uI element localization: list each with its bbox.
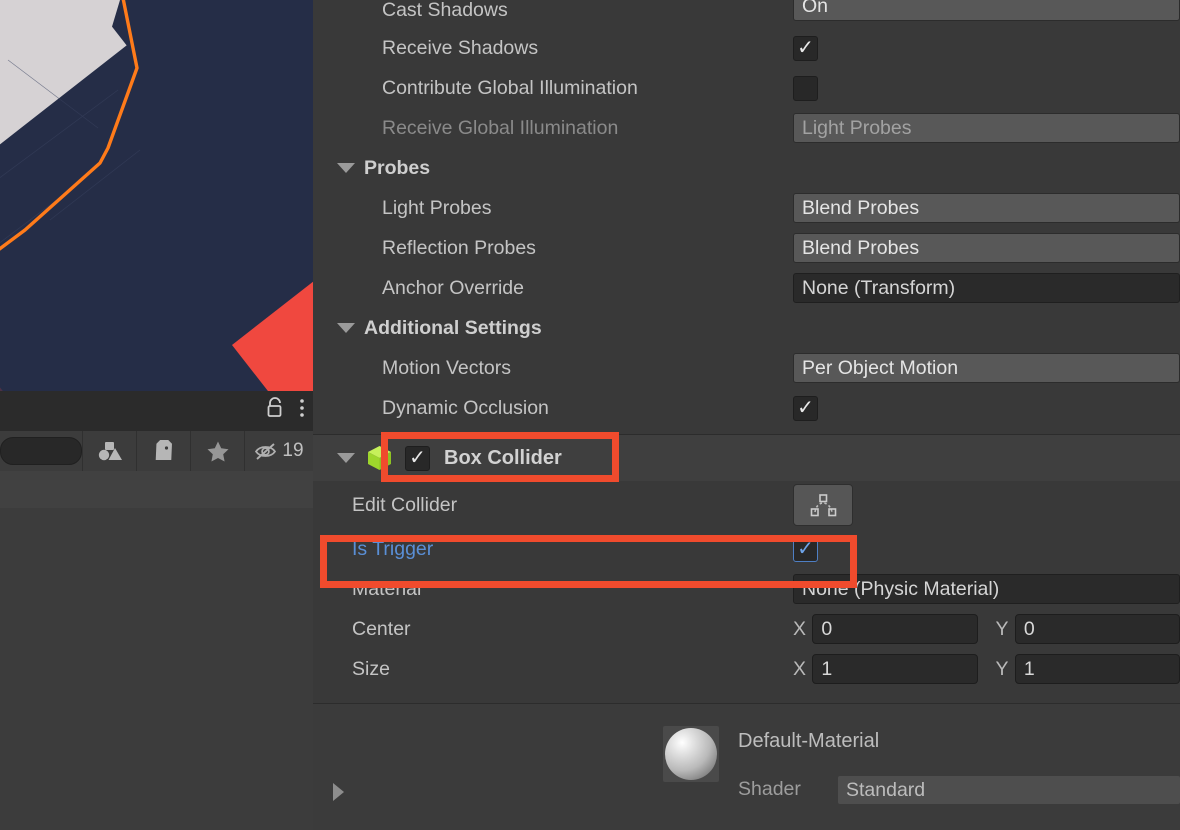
row-size: Size X 1 Y 1 (313, 649, 1180, 689)
checkbox-dynamic-occlusion[interactable]: ✓ (793, 395, 818, 421)
popup-motion-vectors[interactable]: Per Object Motion (793, 353, 1180, 383)
popup-shader[interactable]: Standard (838, 776, 1180, 804)
label-anchor-override: Anchor Override (382, 276, 524, 299)
numfield-center-x[interactable]: 0 (812, 614, 978, 644)
axis-label-x: X (793, 617, 807, 640)
popup-receive-gi: Light Probes (793, 113, 1180, 143)
row-center: Center X 0 Y 0 (313, 609, 1180, 649)
hierarchy-toolbar: 19 (0, 431, 313, 471)
label-contribute-gi: Contribute Global Illumination (382, 76, 638, 99)
row-is-trigger: Is Trigger ✓ (313, 529, 1180, 569)
scene-viewport[interactable] (0, 0, 313, 391)
shapes-filter-button[interactable] (82, 431, 136, 471)
row-edit-collider: Edit Collider (313, 481, 1180, 529)
row-receive-gi: Receive Global Illumination Light Probes (313, 108, 1180, 148)
chevron-down-icon (337, 323, 355, 333)
box-collider-cube-icon (366, 444, 393, 472)
check-glyph: ✓ (797, 538, 814, 560)
label-probes: Probes (364, 156, 431, 179)
section-additional-settings-header[interactable]: Additional Settings (313, 308, 1180, 348)
label-light-probes: Light Probes (382, 196, 492, 219)
screen-root: 19 Cast Shadows On Receive Shadows ✓ Con… (0, 0, 1180, 830)
edit-collider-button[interactable] (793, 484, 853, 526)
search-input[interactable] (0, 437, 82, 465)
numfield-size-y[interactable]: 1 (1014, 654, 1180, 684)
axis-label-y: Y (995, 617, 1009, 640)
material-preview-panel: Default-Material Shader Standard (313, 704, 1180, 830)
material-sphere-preview (663, 726, 719, 782)
label-shader: Shader (738, 778, 801, 800)
tag-icon (155, 439, 172, 460)
check-glyph: ✓ (797, 37, 814, 59)
hierarchy-list[interactable] (0, 471, 313, 830)
label-dynamic-occlusion: Dynamic Occlusion (382, 396, 549, 419)
chevron-down-icon[interactable] (337, 453, 355, 463)
popup-light-probes[interactable]: Blend Probes (793, 193, 1180, 223)
chevron-down-icon (337, 163, 355, 173)
numfield-center-y[interactable]: 0 (1014, 614, 1180, 644)
label-cast-shadows: Cast Shadows (382, 0, 508, 21)
label-center: Center (352, 617, 411, 640)
tag-filter-button[interactable] (136, 431, 190, 471)
hidden-objects-count: 19 (282, 440, 304, 461)
checkbox-is-trigger[interactable]: ✓ (793, 536, 818, 562)
row-cast-shadows: Cast Shadows On (313, 0, 1180, 28)
lock-icon[interactable] (266, 397, 285, 423)
star-favorite-icon (207, 441, 228, 461)
material-name: Default-Material (738, 730, 880, 752)
checkbox-contribute-gi[interactable] (793, 75, 818, 101)
favorites-button[interactable] (190, 431, 244, 471)
label-edit-collider: Edit Collider (352, 493, 458, 516)
section-probes-header[interactable]: Probes (313, 148, 1180, 188)
label-is-trigger: Is Trigger (352, 537, 434, 560)
row-contribute-gi: Contribute Global Illumination (313, 68, 1180, 108)
inspector-panel: Cast Shadows On Receive Shadows ✓ Contri… (313, 0, 1180, 830)
row-motion-vectors: Motion Vectors Per Object Motion (313, 348, 1180, 388)
axis-label-x: X (793, 657, 807, 680)
row-reflection-probes: Reflection Probes Blend Probes (313, 228, 1180, 268)
hidden-eye-icon (255, 442, 277, 460)
label-motion-vectors: Motion Vectors (382, 356, 511, 379)
check-glyph: ✓ (409, 447, 426, 469)
row-dynamic-occlusion: Dynamic Occlusion ✓ (313, 388, 1180, 428)
row-anchor-override: Anchor Override None (Transform) (313, 268, 1180, 308)
label-collider-material: Material (352, 577, 422, 600)
component-header-box-collider[interactable]: ✓ Box Collider (313, 435, 1180, 481)
row-receive-shadows: Receive Shadows ✓ (313, 28, 1180, 68)
hierarchy-row[interactable] (0, 471, 313, 508)
label-receive-shadows: Receive Shadows (382, 36, 539, 59)
row-light-probes: Light Probes Blend Probes (313, 188, 1180, 228)
shapes-filter-icon (98, 442, 122, 461)
numfield-size-x[interactable]: 1 (812, 654, 978, 684)
label-size: Size (352, 657, 390, 680)
label-additional-settings: Additional Settings (364, 316, 542, 339)
axis-label-y: Y (995, 657, 1009, 680)
popup-cast-shadows[interactable]: On (793, 0, 1180, 21)
label-reflection-probes: Reflection Probes (382, 236, 536, 259)
objectfield-anchor-override[interactable]: None (Transform) (793, 273, 1180, 303)
checkbox-receive-shadows[interactable]: ✓ (793, 35, 818, 61)
check-glyph: ✓ (797, 397, 814, 419)
edit-collider-icon (810, 493, 836, 516)
kebab-menu-icon[interactable] (299, 398, 305, 423)
checkbox-box-collider-enabled[interactable]: ✓ (405, 445, 430, 471)
label-receive-gi: Receive Global Illumination (382, 116, 619, 139)
popup-reflection-probes[interactable]: Blend Probes (793, 233, 1180, 263)
hidden-objects-button[interactable]: 19 (244, 431, 313, 471)
row-collider-material: Material None (Physic Material) (313, 569, 1180, 609)
material-foldout-arrow[interactable] (333, 783, 344, 806)
component-title-box-collider: Box Collider (444, 446, 562, 469)
objectfield-collider-material[interactable]: None (Physic Material) (793, 574, 1180, 604)
left-pane: 19 (0, 0, 313, 830)
hierarchy-panel-header (0, 391, 313, 431)
